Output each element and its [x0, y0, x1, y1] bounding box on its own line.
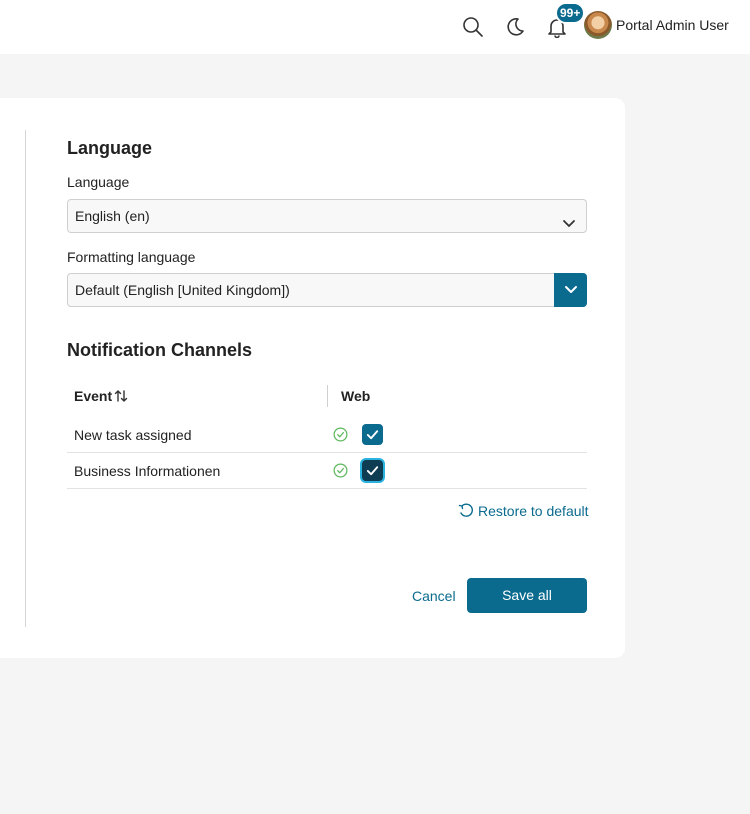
event-name: New task assigned [74, 427, 192, 443]
search-icon[interactable] [461, 14, 485, 40]
row-divider [67, 488, 587, 489]
sort-icon[interactable] [114, 389, 128, 408]
web-checkbox[interactable] [362, 424, 383, 445]
formatting-language-label: Formatting language [67, 249, 196, 265]
event-column-header[interactable]: Event [74, 388, 112, 404]
user-name[interactable]: Portal Admin User [616, 17, 729, 33]
notification-badge: 99+ [555, 2, 586, 24]
check-circle-icon [333, 427, 348, 447]
language-select[interactable]: English (en) [67, 199, 587, 233]
chevron-down-icon [564, 286, 577, 293]
check-icon [366, 430, 379, 440]
cancel-button[interactable]: Cancel [412, 588, 456, 604]
formatting-language-value: Default (English [United Kingdom]) [75, 282, 290, 298]
row-divider [67, 452, 587, 453]
restore-default-label: Restore to default [478, 503, 589, 519]
check-circle-icon [333, 463, 348, 483]
avatar[interactable] [584, 11, 612, 39]
chevron-down-icon [562, 210, 576, 242]
moon-icon[interactable] [503, 14, 527, 40]
save-all-button[interactable]: Save all [467, 578, 587, 613]
column-divider [327, 385, 328, 407]
notification-channels-title: Notification Channels [67, 340, 253, 360]
top-bar: 99+ Portal Admin User [0, 0, 750, 54]
restore-default-link[interactable]: Restore to default [458, 503, 589, 519]
language-select-value: English (en) [75, 208, 150, 224]
language-section-title: Language [67, 138, 153, 158]
formatting-dropdown-button[interactable] [554, 273, 587, 307]
check-icon [366, 466, 379, 476]
web-column-header: Web [341, 388, 371, 404]
formatting-language-select[interactable]: Default (English [United Kingdom]) [67, 273, 587, 307]
language-label: Language [67, 174, 130, 190]
web-checkbox[interactable] [362, 460, 383, 481]
card-divider-line [25, 130, 26, 627]
event-name: Business Informationen [74, 463, 221, 479]
undo-icon [458, 503, 473, 517]
